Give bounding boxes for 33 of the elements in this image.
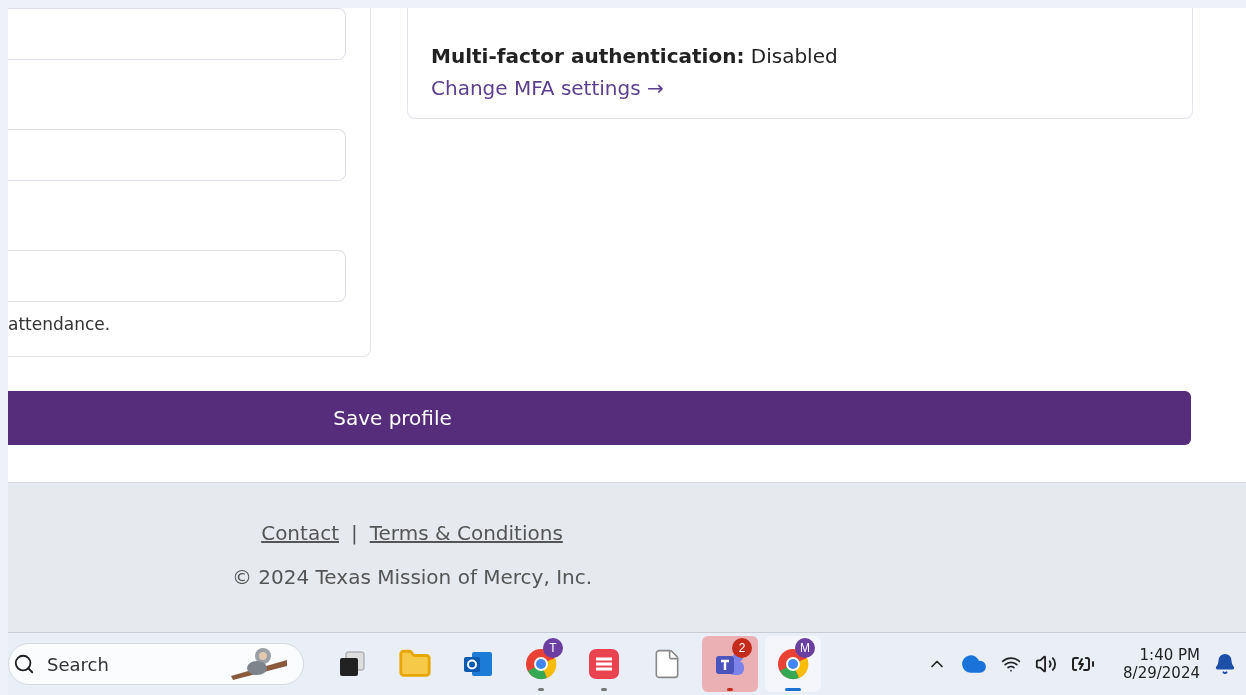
- running-indicator: [785, 688, 801, 691]
- mfa-settings-link[interactable]: Change MFA settings →: [431, 76, 664, 100]
- taskbar-app-button[interactable]: M: [765, 636, 821, 692]
- search-field[interactable]: Search: [8, 643, 304, 685]
- notification-bell-icon[interactable]: [1214, 653, 1236, 675]
- footer-link[interactable]: Terms & Conditions: [369, 521, 563, 545]
- wifi-icon[interactable]: [1001, 654, 1022, 674]
- search-icon: [13, 653, 35, 675]
- running-indicator: [727, 688, 733, 691]
- footer-link[interactable]: Contact: [261, 521, 339, 545]
- window-stack-icon: [337, 649, 367, 679]
- mail-app-icon: [462, 649, 494, 679]
- clock-date: 8/29/2024: [1123, 664, 1200, 682]
- save-profile-button[interactable]: Save profile: [8, 391, 1191, 445]
- running-indicator: [601, 688, 607, 691]
- monkey-on-branch-icon: [229, 646, 289, 682]
- app-tile-icon: [588, 648, 620, 680]
- taskbar-app-button[interactable]: T: [513, 636, 569, 692]
- running-indicator: [538, 688, 544, 691]
- notification-badge: 2: [732, 638, 752, 658]
- input-field[interactable]: [8, 250, 346, 302]
- notification-badge: T: [543, 638, 563, 658]
- volume-icon[interactable]: [1035, 653, 1058, 675]
- taskbar-app-button[interactable]: 2: [702, 636, 758, 692]
- input-field[interactable]: [8, 129, 346, 181]
- mfa-status-text: Multi-factor authentication: Disabled: [431, 44, 839, 68]
- notification-badge: M: [795, 638, 815, 658]
- separator-text: |: [351, 521, 358, 545]
- input-field[interactable]: [8, 8, 346, 60]
- helper-text: attendance.: [8, 314, 112, 334]
- clock-time: 1:40 PM: [1139, 646, 1200, 664]
- search-input[interactable]: Search: [45, 652, 219, 676]
- copyright-text: © 2024 Texas Mission of Mercy, Inc.: [231, 565, 593, 589]
